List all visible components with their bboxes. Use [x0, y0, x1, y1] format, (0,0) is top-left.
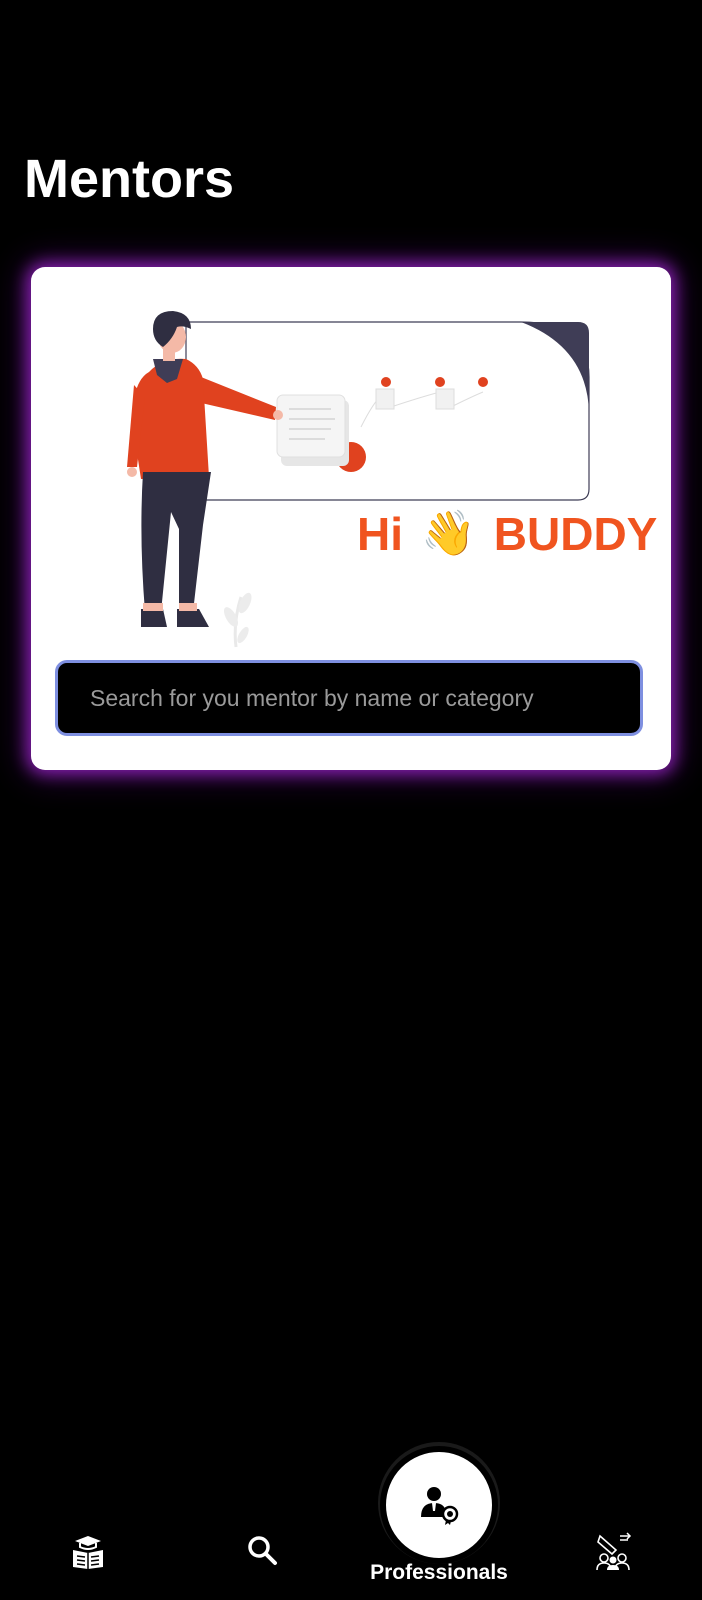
- waving-hand-icon: 👋: [421, 508, 476, 559]
- mentors-screen: Mentors Hi 👋 BUDDY Search for you mentor…: [0, 0, 702, 1600]
- greeting-banner: Hi 👋 BUDDY: [357, 511, 657, 557]
- greeting-hi: Hi: [357, 508, 403, 560]
- presenter-illustration: [127, 311, 590, 648]
- community-icon: [596, 1532, 632, 1571]
- search-icon: [248, 1536, 277, 1565]
- mentor-search-input[interactable]: [88, 683, 610, 713]
- nav-item-search[interactable]: [240, 1528, 284, 1572]
- greeting-name: BUDDY: [493, 508, 658, 560]
- nav-item-community[interactable]: [590, 1528, 638, 1576]
- nav-item-courses[interactable]: [66, 1530, 110, 1574]
- hero-card: Hi 👋 BUDDY: [31, 267, 671, 770]
- book-cap-icon: [73, 1536, 103, 1569]
- bottom-navigation: [0, 1480, 702, 1600]
- page-title: Mentors: [24, 149, 235, 209]
- search-field-container[interactable]: [55, 660, 643, 736]
